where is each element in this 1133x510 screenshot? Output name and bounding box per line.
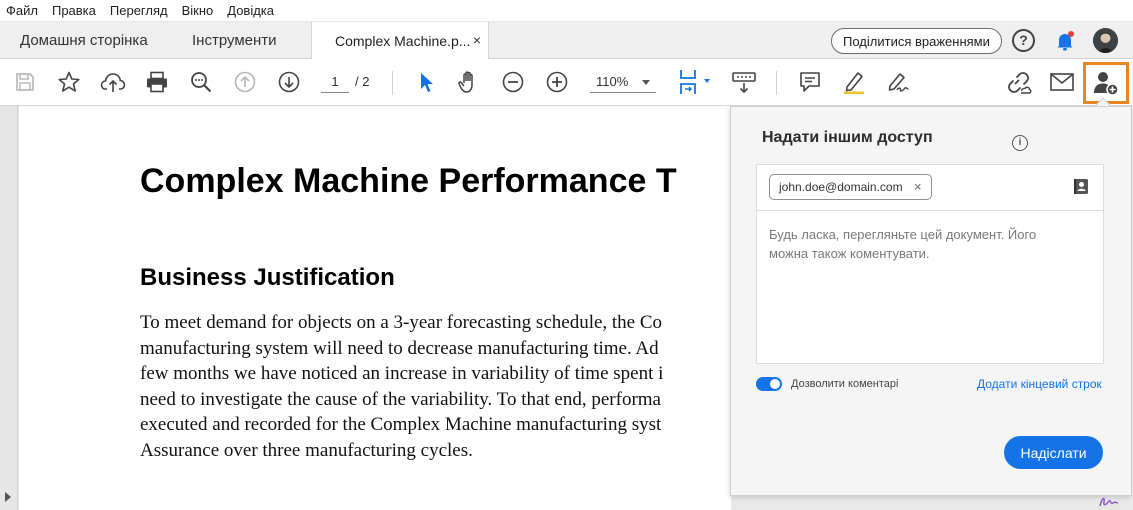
menu-bar: Файл Правка Перегляд Вікно Довідка: [0, 0, 1133, 22]
zoom-select[interactable]: 110%: [590, 71, 656, 93]
document-paragraph: To meet demand for objects on a 3-year f…: [140, 310, 663, 463]
menu-help[interactable]: Довідка: [227, 3, 274, 18]
recipient-email: john.doe@domain.com: [779, 180, 903, 194]
message-line: Будь ласка, перегляньте цей документ. Йо…: [769, 227, 1037, 242]
toggle-knob: [770, 379, 780, 389]
page-number-input[interactable]: 1: [321, 71, 349, 93]
page-up-icon[interactable]: [231, 68, 259, 96]
send-button[interactable]: Надіслати: [1004, 436, 1103, 469]
search-icon[interactable]: [187, 68, 215, 96]
email-icon[interactable]: [1048, 68, 1076, 96]
left-nav-pane[interactable]: [0, 106, 18, 510]
share-with-others-button[interactable]: [1083, 62, 1129, 104]
page-down-icon[interactable]: [275, 68, 303, 96]
signature-icon: [1098, 494, 1120, 508]
allow-comments-label: Дозволити коментарі: [791, 378, 899, 390]
address-book-icon[interactable]: [1073, 178, 1089, 195]
paragraph-line: manufacturing system will need to decrea…: [140, 337, 659, 359]
menu-edit[interactable]: Правка: [52, 3, 96, 18]
expand-pane-arrow-icon[interactable]: [5, 492, 11, 502]
tab-bar: Домашня сторінка Інструменти Complex Mac…: [0, 22, 1133, 60]
paragraph-line: To meet demand for objects on a 3-year f…: [140, 312, 663, 333]
recipients-field[interactable]: john.doe@domain.com ×: [756, 164, 1104, 210]
paragraph-line: need to investigate the cause of the var…: [140, 388, 661, 410]
save-icon[interactable]: [11, 68, 39, 96]
share-panel: Надати іншим доступ i john.doe@domain.co…: [730, 106, 1132, 496]
share-feedback-button[interactable]: Поділитися враженнями: [831, 28, 1002, 54]
tab-document-label: Complex Machine.p...: [335, 33, 471, 49]
link-cloud-icon[interactable]: [1004, 68, 1032, 96]
zoom-out-icon[interactable]: [499, 68, 527, 96]
print-icon[interactable]: [143, 68, 171, 96]
toolbar: 1 / 2 110%: [0, 59, 1133, 106]
zoom-in-icon[interactable]: [543, 68, 571, 96]
paragraph-line: executed and recorded for the Complex Ma…: [140, 414, 662, 435]
star-icon[interactable]: [55, 68, 83, 96]
info-icon[interactable]: i: [1012, 135, 1028, 151]
chevron-down-icon: [642, 80, 650, 85]
avatar[interactable]: [1093, 28, 1118, 53]
toolbar-divider: [776, 71, 777, 95]
add-deadline-link[interactable]: Додати кінцевий строк: [977, 377, 1102, 392]
recipient-chip: john.doe@domain.com ×: [769, 174, 932, 200]
close-icon[interactable]: ×: [473, 32, 481, 48]
zoom-value: 110%: [596, 74, 629, 89]
highlight-icon[interactable]: [840, 68, 868, 96]
page-display-icon[interactable]: [676, 68, 716, 96]
scroll-mode-icon[interactable]: [730, 68, 758, 96]
message-input[interactable]: Будь ласка, перегляньте цей документ. Йо…: [756, 210, 1104, 364]
sign-icon[interactable]: [884, 68, 912, 96]
cloud-upload-icon[interactable]: [99, 68, 127, 96]
paragraph-line: few months we have noticed an increase i…: [140, 363, 664, 384]
add-user-icon: [1094, 72, 1119, 96]
page-total-label: / 2: [355, 74, 370, 89]
allow-comments-toggle[interactable]: [756, 377, 782, 391]
menu-window[interactable]: Вікно: [182, 3, 214, 18]
document-title: Complex Machine Performance T: [140, 162, 677, 200]
help-icon[interactable]: ?: [1012, 29, 1035, 52]
hand-tool-icon[interactable]: [455, 68, 483, 96]
toolbar-divider: [392, 71, 393, 95]
document-heading: Business Justification: [140, 264, 395, 291]
tab-home[interactable]: Домашня сторінка: [20, 22, 148, 59]
message-line: можна також коментувати.: [769, 246, 930, 261]
menu-view[interactable]: Перегляд: [110, 3, 168, 18]
remove-recipient-icon[interactable]: ×: [914, 175, 922, 199]
share-panel-title: Надати іншим доступ: [762, 129, 933, 146]
bell-icon[interactable]: [1053, 29, 1077, 53]
message-text: Будь ласка, перегляньте цей документ. Йо…: [769, 225, 1069, 263]
tab-document[interactable]: Complex Machine.p... ×: [311, 22, 489, 60]
document-page: Complex Machine Performance T Business J…: [19, 106, 731, 510]
menu-file[interactable]: Файл: [6, 3, 38, 18]
comment-icon[interactable]: [796, 68, 824, 96]
tab-tools[interactable]: Інструменти: [192, 22, 277, 59]
select-cursor-icon[interactable]: [412, 68, 440, 96]
paragraph-line: Assurance over three manufacturing cycle…: [140, 439, 473, 461]
